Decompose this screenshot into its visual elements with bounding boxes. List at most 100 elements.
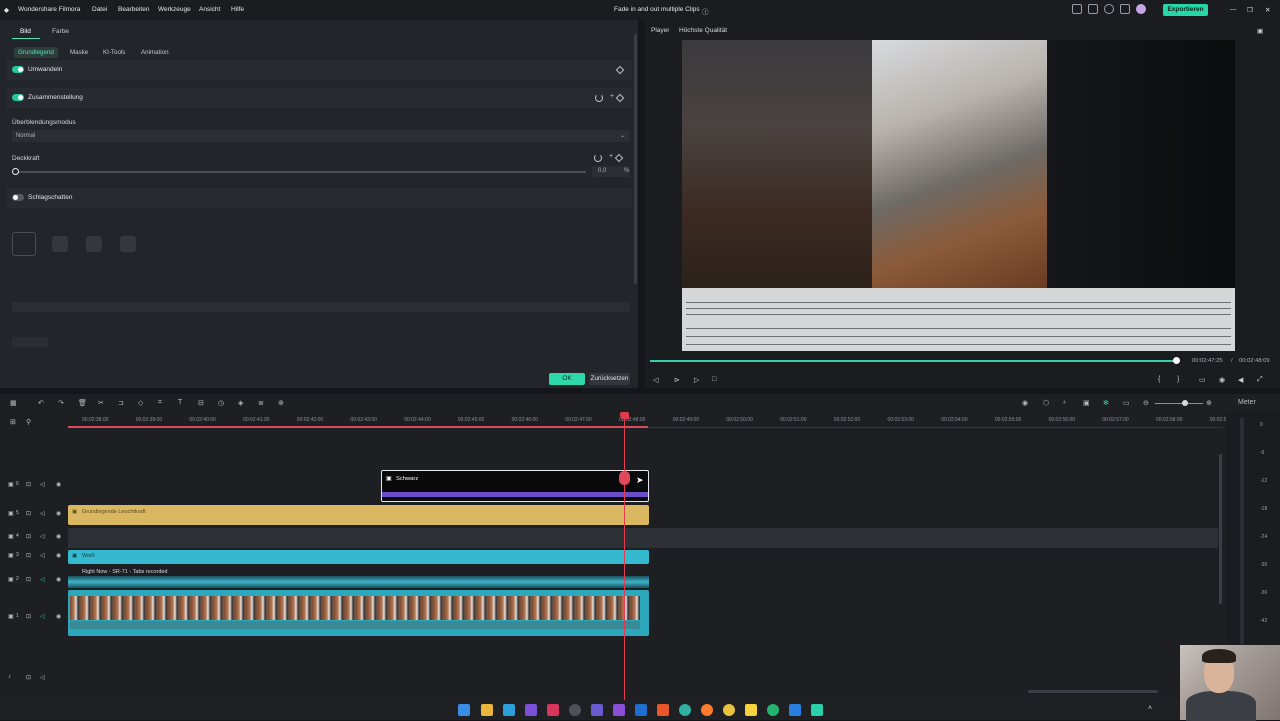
text-icon[interactable]: T (178, 399, 182, 406)
app-icon[interactable] (547, 704, 559, 716)
opacity-input[interactable]: 0,0 % (592, 166, 630, 177)
menu-werkzeuge[interactable]: Werkzeuge (158, 6, 191, 13)
speaker-icon[interactable]: ◁ (40, 674, 45, 681)
save-icon[interactable] (1088, 4, 1098, 14)
more-icon[interactable]: ⊕ (278, 399, 284, 407)
lock-icon[interactable]: ⊡ (26, 533, 31, 540)
grammarly-icon[interactable] (767, 704, 779, 716)
video-preview[interactable] (682, 40, 1235, 288)
audio-waveform[interactable] (68, 576, 649, 588)
mark-out-icon[interactable]: } (1177, 376, 1179, 383)
redo-icon[interactable]: ↷ (58, 399, 64, 407)
eye-icon[interactable]: ◉ (56, 533, 61, 540)
umwandeln-toggle[interactable] (12, 66, 24, 73)
display-icon[interactable]: ▭ (1199, 376, 1206, 384)
timeline-vertical-scrollbar[interactable] (1219, 454, 1222, 604)
snap-icon[interactable]: ✻ (1103, 399, 1109, 407)
ai-icon[interactable]: ▣ (1083, 399, 1090, 407)
lock-icon[interactable]: ⊡ (26, 510, 31, 517)
ok-button[interactable]: OK (549, 373, 585, 385)
keyframe-icon[interactable] (615, 93, 625, 103)
image-icon[interactable]: ▣ (1257, 27, 1263, 35)
settings-icon[interactable] (569, 704, 581, 716)
section-zusammenstellung[interactable]: Zusammenstellung + (6, 88, 632, 108)
lock-icon[interactable]: ⊡ (26, 613, 31, 620)
playhead-line[interactable] (624, 414, 625, 700)
add-track-icon[interactable]: ⊞ (10, 418, 16, 426)
windows-start-icon[interactable] (458, 704, 470, 716)
bolt-icon[interactable] (745, 704, 757, 716)
export-button[interactable]: Exportieren (1163, 4, 1208, 16)
section-schlagschatten[interactable]: Schlagschatten (6, 188, 632, 208)
render-icon[interactable]: ◉ (1022, 399, 1028, 407)
brave-icon[interactable] (657, 704, 669, 716)
eye-icon[interactable]: ◉ (56, 576, 61, 583)
filter-icon[interactable]: ⊟ (198, 399, 204, 407)
clip-trim-handle[interactable] (619, 471, 630, 485)
split-icon[interactable]: ⊐ (118, 399, 124, 407)
fullscreen-icon[interactable]: ⤢ (1257, 376, 1263, 384)
menu-hilfe[interactable]: Hilfe (231, 6, 244, 13)
playback-progress-bar[interactable] (650, 360, 1178, 362)
zoom-out-icon[interactable]: ⊖ (1143, 399, 1149, 407)
avatar[interactable] (1136, 4, 1146, 14)
playback-progress-knob[interactable] (1173, 357, 1180, 364)
timer-icon[interactable]: ◷ (218, 399, 224, 407)
cloud-icon[interactable] (1104, 4, 1114, 14)
tray-chevron-icon[interactable]: ˄ (1148, 705, 1152, 712)
step-back-icon[interactable]: ⊳ (674, 376, 680, 384)
opacity-reset-icon[interactable] (594, 154, 602, 162)
stop-icon[interactable]: □ (712, 376, 716, 383)
store-icon[interactable] (503, 704, 515, 716)
subtab-animation[interactable]: Animation (137, 47, 173, 58)
zusammenstellung-toggle[interactable] (12, 94, 24, 101)
gift-icon[interactable] (1120, 4, 1130, 14)
grid-icon[interactable]: ▦ (10, 399, 17, 407)
maximize-icon[interactable]: ❐ (1247, 6, 1253, 14)
zoom-slider[interactable] (1155, 403, 1203, 404)
playhead-marker[interactable] (620, 412, 629, 419)
lock-icon[interactable]: ⊡ (26, 552, 31, 559)
quality-select[interactable]: Höchste Qualität (679, 27, 727, 34)
edge-icon[interactable] (679, 704, 691, 716)
opacity-add-keyframe-icon[interactable]: + (609, 153, 613, 160)
undo-icon[interactable]: ↶ (38, 399, 44, 407)
firefox-icon[interactable] (701, 704, 713, 716)
snapshot-icon[interactable]: ◉ (1219, 376, 1225, 384)
filmora-icon[interactable] (811, 704, 823, 716)
eye-icon[interactable]: ◉ (56, 552, 61, 559)
opacity-slider-track[interactable] (16, 171, 586, 173)
close-icon[interactable]: ✕ (1265, 6, 1270, 14)
keyframe-icon[interactable] (615, 65, 625, 75)
speaker-icon[interactable]: ◁ (40, 481, 45, 488)
opacity-keyframe-icon[interactable] (614, 153, 624, 163)
menu-datei[interactable]: Datei (92, 6, 107, 13)
speaker-icon[interactable]: ◁ (40, 510, 45, 517)
link-icon[interactable]: ⚲ (26, 418, 31, 426)
outlook-icon[interactable] (635, 704, 647, 716)
tag-icon[interactable]: ◇ (138, 399, 143, 407)
tab-bild[interactable]: Bild (20, 28, 31, 35)
lock-icon[interactable]: ⊡ (26, 576, 31, 583)
eye-icon[interactable]: ◉ (56, 510, 61, 517)
eye-icon[interactable]: ◉ (56, 613, 61, 620)
timeline-horizontal-scrollbar[interactable] (1028, 690, 1158, 693)
clip-adjustment-layer[interactable]: ▣ Grundlegende Leuchtkraft (68, 505, 649, 525)
clip-schwarz[interactable]: ▣ Schwarz (381, 470, 649, 502)
schlagschatten-toggle[interactable] (12, 194, 24, 201)
speaker-icon[interactable]: ◁ (40, 613, 45, 620)
visual-studio-icon[interactable] (525, 704, 537, 716)
clip-weiss[interactable]: ▣ Weiß (68, 550, 649, 564)
play-icon[interactable]: ▷ (694, 376, 699, 384)
menu-ansicht[interactable]: Ansicht (199, 6, 220, 13)
chrome-icon[interactable] (723, 704, 735, 716)
clip-main-video[interactable] (68, 590, 649, 636)
reset-button[interactable]: Zurücksetzen (589, 373, 630, 385)
zoom-in-icon[interactable]: ⊕ (1206, 399, 1212, 407)
onenote-icon[interactable] (613, 704, 625, 716)
subtab-grundlegend[interactable]: Grundlegend (14, 47, 58, 58)
adjust-icon[interactable]: ≣ (258, 399, 264, 407)
eye-icon[interactable]: ◉ (56, 481, 61, 488)
zoom-slider-knob[interactable] (1182, 400, 1188, 406)
opacity-slider-knob[interactable] (12, 168, 19, 175)
